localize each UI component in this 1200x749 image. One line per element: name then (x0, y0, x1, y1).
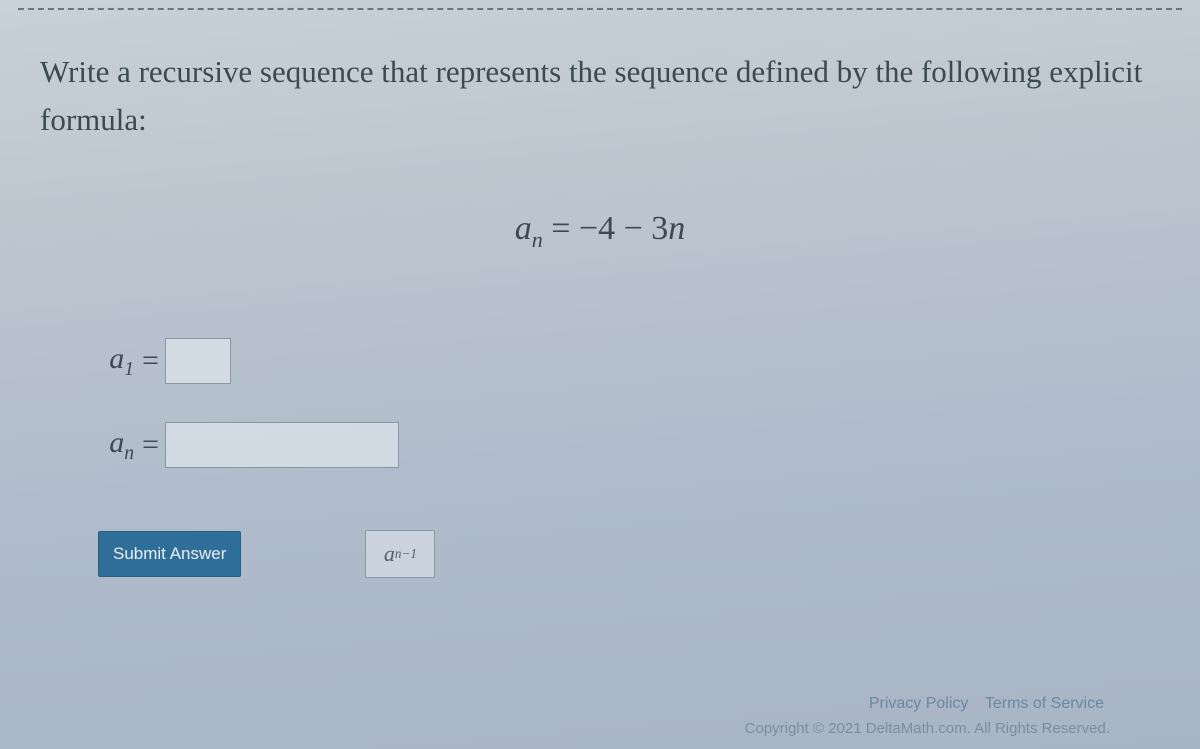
submit-button[interactable]: Submit Answer (98, 531, 241, 577)
divider-dashed (18, 8, 1182, 10)
formula-lhs-sub: n (532, 227, 543, 252)
answer-area: a1 = an = (72, 338, 399, 506)
an-row: an = (72, 422, 399, 468)
an-input[interactable] (165, 422, 399, 468)
a1-input[interactable] (165, 338, 231, 384)
a1-label: a1 (72, 342, 142, 381)
a1-row: a1 = (72, 338, 399, 384)
terms-link[interactable]: Terms of Service (985, 695, 1104, 712)
insert-a-n-minus-1-button[interactable]: an−1 (365, 530, 435, 578)
copyright-text: Copyright © 2021 DeltaMath.com. All Righ… (745, 717, 1110, 741)
an-label: an (72, 426, 142, 465)
action-row: Submit Answer an−1 (98, 530, 435, 578)
an-equals: = (142, 428, 165, 462)
formula-rhs-var: n (668, 210, 685, 247)
explicit-formula: an = −4 − 3n (0, 210, 1200, 253)
formula-lhs-var: a (515, 210, 532, 247)
question-prompt: Write a recursive sequence that represen… (40, 48, 1170, 144)
footer: Privacy Policy Terms of Service Copyrigh… (745, 691, 1110, 741)
helper-var: a (384, 541, 395, 567)
privacy-link[interactable]: Privacy Policy (869, 695, 969, 712)
helper-sub: n−1 (395, 546, 417, 562)
a1-equals: = (142, 344, 165, 378)
